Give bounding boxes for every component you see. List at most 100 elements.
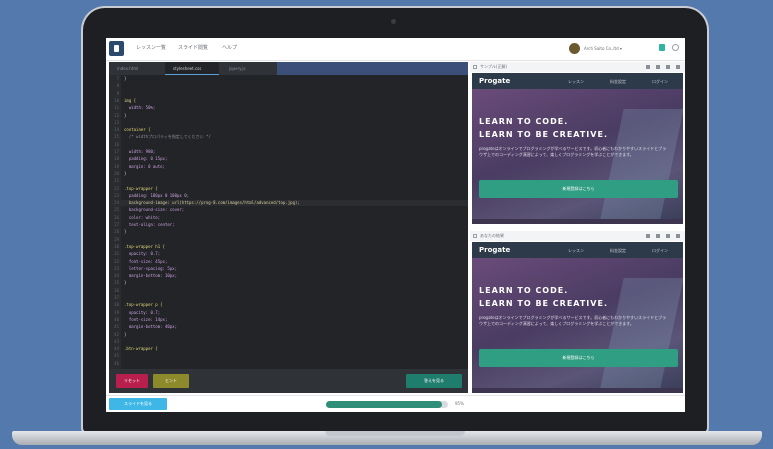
code-text: padding: 0 15px; xyxy=(124,156,168,162)
code-text: .btn-wrapper { xyxy=(124,346,158,352)
site-nav-lessons[interactable]: レッスン xyxy=(568,248,584,254)
expand-icon[interactable] xyxy=(676,65,680,69)
code-line[interactable]: 18 padding: 0 15px; xyxy=(109,156,468,162)
code-line[interactable]: 40 font-size: 14px; xyxy=(109,317,468,323)
hero-title-line2: LEARN TO BE CREATIVE. xyxy=(479,299,608,308)
site-nav-pricing[interactable]: 料金設定 xyxy=(610,79,626,85)
show-answer-button[interactable]: 答えを見る xyxy=(406,374,462,388)
minimize-icon[interactable] xyxy=(646,65,650,69)
code-line[interactable]: 9 xyxy=(109,91,468,97)
line-number: 26 xyxy=(114,214,119,220)
code-text: } xyxy=(124,112,127,118)
code-text: background-size: cover; xyxy=(124,207,185,213)
code-line[interactable]: 37 xyxy=(109,295,468,301)
code-line[interactable]: 44 .btn-wrapper { xyxy=(109,346,468,352)
zoom-icon[interactable] xyxy=(666,234,670,238)
hero-title-line1: LEARN TO CODE. xyxy=(479,286,569,295)
code-line[interactable]: 23 padding: 180px 0 100px 0; xyxy=(109,193,468,199)
code-text: } xyxy=(124,229,127,235)
code-line[interactable]: 8 xyxy=(109,83,468,89)
line-number: 11 xyxy=(114,105,119,111)
code-line[interactable]: 43 xyxy=(109,339,468,345)
code-line[interactable]: 38 .top-wrapper p { xyxy=(109,302,468,308)
site-nav-lessons[interactable]: レッスン xyxy=(568,79,584,85)
view-slides-button[interactable]: スライドを見る xyxy=(109,398,167,410)
reload-icon[interactable] xyxy=(656,65,660,69)
progate-logo-icon[interactable] xyxy=(109,41,124,56)
code-line[interactable]: 42} xyxy=(109,332,468,338)
code-line[interactable]: 25 background-size: cover; xyxy=(109,207,468,213)
code-text: opacity: 0.7; xyxy=(124,309,161,315)
expand-icon[interactable] xyxy=(676,234,680,238)
gear-icon[interactable] xyxy=(672,44,679,51)
code-line[interactable]: 41 margin-bottom: 40px; xyxy=(109,324,468,330)
code-line[interactable]: 17 width: 980; xyxy=(109,149,468,155)
nav-item-slides[interactable]: スライド閲覧 xyxy=(178,44,208,51)
reset-button[interactable]: リセット xyxy=(116,374,148,388)
tab-stylesheet-css[interactable]: stylesheet.css xyxy=(165,62,219,75)
code-line[interactable]: 14 container { xyxy=(109,127,468,133)
code-line[interactable]: 20} xyxy=(109,171,468,177)
code-line[interactable]: 36 xyxy=(109,288,468,294)
reload-icon[interactable] xyxy=(656,234,660,238)
preview-answer-header: サンプル(正解) xyxy=(470,62,685,72)
code-line[interactable]: 12} xyxy=(109,113,468,119)
hint-button[interactable]: ヒント xyxy=(153,374,189,388)
nav-item-help[interactable]: ヘルプ xyxy=(222,44,237,51)
minimize-icon[interactable] xyxy=(646,234,650,238)
tab-index-html[interactable]: index.html xyxy=(109,62,163,75)
code-text: color: white; xyxy=(124,214,161,220)
line-number: 36 xyxy=(114,287,119,293)
line-number: 12 xyxy=(114,112,119,118)
code-line[interactable]: 33 letter-spacing: 5px; xyxy=(109,266,468,272)
line-number: 37 xyxy=(114,295,119,300)
signup-button[interactable]: 新規登録はこちら xyxy=(479,349,678,367)
tab-jquery-js[interactable]: jquery.js xyxy=(221,62,275,75)
laptop-camera xyxy=(391,19,396,24)
code-line[interactable]: 45 xyxy=(109,353,468,359)
editor-footer: リセット ヒント 答えを見る xyxy=(109,369,468,393)
hero-title-line1: LEARN TO CODE. xyxy=(479,117,569,126)
user-menu[interactable]: Arch Saito Co.,ltd ▾ xyxy=(584,46,622,51)
avatar[interactable] xyxy=(569,43,580,54)
code-line[interactable]: 22 .top-wrapper { xyxy=(109,186,468,192)
code-line[interactable]: 10 img { xyxy=(109,98,468,104)
code-line[interactable]: 28} xyxy=(109,229,468,235)
site-nav-login[interactable]: ログイン xyxy=(652,79,668,85)
code-line[interactable]: 30 .top-wrapper h1 { xyxy=(109,244,468,250)
site-nav-login[interactable]: ログイン xyxy=(652,248,668,254)
code-text: /* widthプロパティを指定してください */ xyxy=(124,134,211,140)
code-line[interactable]: 31 opacity: 0.7; xyxy=(109,251,468,257)
line-number: 40 xyxy=(114,316,119,322)
code-line[interactable]: 32 font-size: 45px; xyxy=(109,259,468,265)
code-line[interactable]: 19 margin: 0 auto; xyxy=(109,164,468,170)
code-line[interactable]: 13 xyxy=(109,120,468,126)
code-line[interactable]: 35} xyxy=(109,280,468,286)
code-line[interactable]: 29 xyxy=(109,237,468,243)
code-line[interactable]: 46 xyxy=(109,361,468,367)
code-line[interactable]: 7} xyxy=(109,76,468,82)
code-line[interactable]: 34 margin-bottom: 10px; xyxy=(109,273,468,279)
code-line[interactable]: 15 /* widthプロパティを指定してください */ xyxy=(109,134,468,140)
line-number: 22 xyxy=(114,185,119,191)
code-line[interactable]: 27 text-align: center; xyxy=(109,222,468,228)
code-line[interactable]: 21 xyxy=(109,178,468,184)
code-line[interactable]: 24 background-image: url(https://prog-8.… xyxy=(109,200,468,207)
nav-item-lessons[interactable]: レッスン一覧 xyxy=(136,44,166,51)
code-line[interactable]: 26 color: white; xyxy=(109,215,468,221)
code-line[interactable]: 16 xyxy=(109,142,468,148)
code-line[interactable]: 11 width: 50%; xyxy=(109,105,468,111)
notification-icon[interactable] xyxy=(659,44,665,51)
site-logo[interactable]: Progate xyxy=(479,246,510,254)
line-number: 9 xyxy=(116,90,119,96)
progress-percent: 95% xyxy=(455,401,464,406)
code-text: .top-wrapper h1 { xyxy=(124,243,165,249)
code-area[interactable]: 7} 8 9 10 img {11 width: 50%; 12} 13 14 containe… xyxy=(109,76,468,369)
site-nav-pricing[interactable]: 料金設定 xyxy=(610,248,626,254)
zoom-icon[interactable] xyxy=(666,65,670,69)
site-logo[interactable]: Progate xyxy=(479,77,510,85)
code-text: font-size: 14px; xyxy=(124,316,168,322)
code-line[interactable]: 39 opacity: 0.7; xyxy=(109,310,468,316)
line-number: 17 xyxy=(114,149,119,154)
signup-button[interactable]: 新規登録はこちら xyxy=(479,180,678,198)
